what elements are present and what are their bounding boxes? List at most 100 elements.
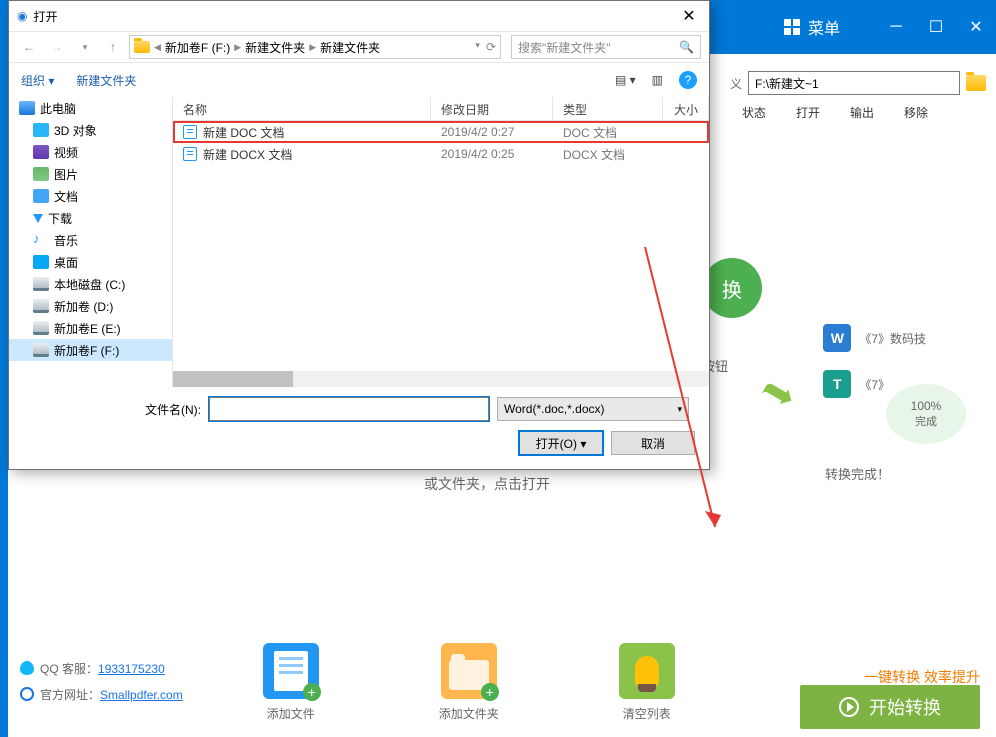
footer-actions: 添加文件 添加文件夹 清空列表 <box>263 643 675 722</box>
pc-icon <box>19 101 35 115</box>
filename-input[interactable] <box>209 397 489 421</box>
col-status: 状态 <box>742 104 766 130</box>
sidebar-item[interactable]: 3D 对象 <box>9 119 172 141</box>
horizontal-scrollbar[interactable] <box>173 371 709 387</box>
sidebar-tree[interactable]: 此电脑3D 对象视频图片文档下载 ♪ 音乐桌面本地磁盘 (C:) 新加卷 (D:) 新加… <box>9 97 173 387</box>
sidebar-item[interactable]: 文档 <box>9 185 172 207</box>
nav-up-button[interactable]: ↑ <box>101 35 125 59</box>
desktop-icon <box>33 255 49 269</box>
output-path-input[interactable] <box>748 71 960 95</box>
sidebar-item-label: 视频 <box>54 144 78 161</box>
open-button[interactable]: 打开(O) ▾ <box>519 431 603 455</box>
nav-recent-button[interactable]: ▾ <box>73 35 97 59</box>
breadcrumb-path[interactable]: ◀ 新加卷F (F:)▶ 新建文件夹▶ 新建文件夹 ▾⟳ <box>129 35 501 59</box>
file-date: 2019/4/2 0:27 <box>431 125 553 139</box>
sidebar-item[interactable]: 桌面 <box>9 251 172 273</box>
clear-list-button[interactable]: 清空列表 <box>619 643 675 722</box>
menu-label[interactable]: 菜单 <box>808 15 840 39</box>
sidebar-item[interactable]: 图片 <box>9 163 172 185</box>
app-path-toolbar: 义 <box>730 64 986 102</box>
sidebar-item[interactable]: 下载 <box>9 207 172 229</box>
sidebar-item-label: 本地磁盘 (C:) <box>54 276 125 293</box>
crumb[interactable]: 新建文件夹 <box>320 39 380 56</box>
sidebar-item[interactable]: ♪ 音乐 <box>9 229 172 251</box>
convert-done-label: 转换完成！ <box>825 464 890 483</box>
doc-icon <box>183 147 197 161</box>
file-widget-label: 《7》数码技 <box>859 330 926 347</box>
dialog-toolbar: 组织 ▾ 新建文件夹 ▤ ▾ ▥ ? <box>9 63 709 97</box>
site-link[interactable]: Smallpdfer.com <box>100 688 183 702</box>
qq-label: QQ 客服： <box>40 662 98 676</box>
sidebar-item-label: 音乐 <box>54 232 78 249</box>
curve-arrow-icon: ➦ <box>753 365 805 422</box>
refresh-icon[interactable]: ⟳ <box>486 40 496 54</box>
convert-badge: 换 <box>702 258 762 318</box>
search-input[interactable]: 搜索"新建文件夹" 🔍 <box>511 35 701 59</box>
disk-icon <box>33 343 49 357</box>
file-row[interactable]: 新建 DOC 文档2019/4/2 0:27DOC 文档 <box>173 121 709 143</box>
word-icon: W <box>823 324 851 352</box>
file-row[interactable]: 新建 DOCX 文档2019/4/2 0:25DOCX 文档 <box>173 143 709 165</box>
col-type[interactable]: 类型 <box>553 97 663 120</box>
sidebar-item[interactable]: 视频 <box>9 141 172 163</box>
col-open: 打开 <box>796 104 820 130</box>
file-date: 2019/4/2 0:25 <box>431 147 553 161</box>
sidebar-item[interactable]: 新加卷E (E:) <box>9 317 172 339</box>
col-name[interactable]: 名称 <box>173 97 431 120</box>
music-icon: ♪ <box>33 233 49 247</box>
search-icon: 🔍 <box>679 40 694 54</box>
qq-icon <box>20 661 34 675</box>
sidebar-item[interactable]: 本地磁盘 (C:) <box>9 273 172 295</box>
cancel-button[interactable]: 取消 <box>611 431 695 455</box>
help-icon[interactable]: ? <box>679 71 697 89</box>
col-date[interactable]: 修改日期 <box>431 97 553 120</box>
file-widget-label: 《7》 <box>859 376 890 393</box>
crumb[interactable]: 新加卷F (F:)▶ <box>165 39 241 56</box>
start-label: 开始转换 <box>869 694 941 720</box>
dialog-body: 此电脑3D 对象视频图片文档下载 ♪ 音乐桌面本地磁盘 (C:) 新加卷 (D:) 新加… <box>9 97 709 387</box>
disk-icon <box>33 277 49 291</box>
promo-text: 一键转换 效率提升 <box>864 667 980 687</box>
minimize-button[interactable]: ─ <box>876 0 916 54</box>
add-folder-button[interactable]: 添加文件夹 <box>439 643 499 722</box>
play-icon <box>839 697 859 717</box>
video-icon <box>33 145 49 159</box>
sidebar-item-label: 图片 <box>54 166 78 183</box>
sidebar-item[interactable]: 新加卷F (F:) <box>9 339 172 361</box>
add-file-button[interactable]: 添加文件 <box>263 643 319 722</box>
new-folder-button[interactable]: 新建文件夹 <box>76 72 136 89</box>
dialog-footer: 文件名(N): Word(*.doc,*.docx) ▾ 打开(O) ▾ 取消 <box>9 387 709 465</box>
sidebar-item[interactable]: 此电脑 <box>9 97 172 119</box>
start-convert-button[interactable]: 开始转换 <box>800 685 980 729</box>
app-column-headers: 状态 打开 输出 移除 <box>730 104 986 130</box>
col-size[interactable]: 大小 <box>663 97 709 120</box>
nav-forward-button[interactable]: → <box>45 35 69 59</box>
close-button[interactable]: ✕ <box>956 0 996 54</box>
nav-back-button[interactable]: ← <box>17 35 41 59</box>
dialog-close-button[interactable]: ✕ <box>669 2 709 30</box>
add-file-label: 添加文件 <box>267 705 315 722</box>
ie-icon <box>20 687 34 701</box>
file-name: 新建 DOC 文档 <box>203 124 284 141</box>
file-type-filter[interactable]: Word(*.doc,*.docx) ▾ <box>497 397 689 421</box>
disk-icon <box>33 299 49 313</box>
col-remove: 移除 <box>904 104 928 130</box>
complete-badge: 100% 完成 <box>886 384 966 444</box>
sidebar-item[interactable]: 新加卷 (D:) <box>9 295 172 317</box>
browse-folder-icon[interactable] <box>966 75 986 91</box>
sub-hint: 或文件夹，点击打开 <box>424 474 550 494</box>
col-output: 输出 <box>850 104 874 130</box>
sidebar-item-label: 新加卷E (E:) <box>54 320 121 337</box>
file-open-dialog: ◉ 打开 ✕ ← → ▾ ↑ ◀ 新加卷F (F:)▶ 新建文件夹▶ 新建文件夹… <box>8 0 710 470</box>
search-placeholder: 搜索"新建文件夹" <box>518 39 611 56</box>
crumb[interactable]: 新建文件夹▶ <box>245 39 316 56</box>
preview-pane-button[interactable]: ▥ <box>652 73 663 87</box>
organize-menu[interactable]: 组织 ▾ <box>21 72 54 89</box>
qq-link[interactable]: 1933175230 <box>98 662 165 676</box>
add-folder-label: 添加文件夹 <box>439 705 499 722</box>
view-mode-button[interactable]: ▤ ▾ <box>615 73 636 87</box>
sidebar-item-label: 新加卷F (F:) <box>54 342 119 359</box>
clear-icon <box>619 643 675 699</box>
folder-icon <box>134 41 150 53</box>
maximize-button[interactable]: ☐ <box>916 0 956 54</box>
